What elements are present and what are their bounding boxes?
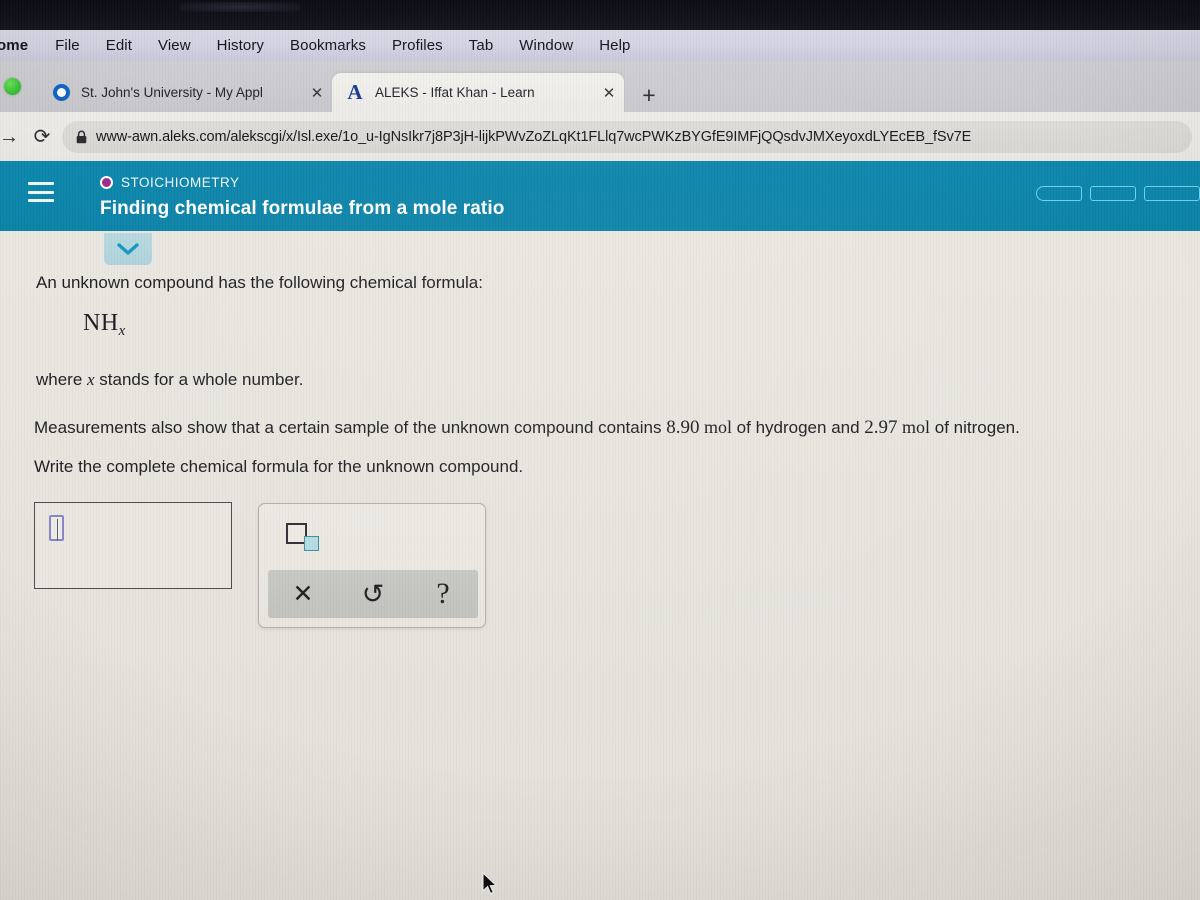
macos-menu-bar: ome File Edit View History Bookmarks Pro… [0, 30, 1200, 61]
progress-indicator [1036, 186, 1200, 201]
progress-pill [1144, 186, 1200, 201]
menu-item-file[interactable]: File [42, 30, 93, 61]
bezel-glare [180, 2, 300, 12]
undo-button[interactable]: ↺ [338, 580, 408, 608]
close-tab-icon[interactable]: ✕ [596, 84, 622, 102]
formula-subscript: x [118, 323, 126, 340]
new-tab-button[interactable]: + [636, 83, 662, 109]
browser-tab-title: St. John's University - My Appl [81, 85, 263, 100]
address-bar[interactable]: www-awn.aleks.com/alekscgi/x/Isl.exe/1o_… [62, 120, 1192, 153]
lock-icon [76, 130, 87, 144]
aleks-a-icon: A [347, 80, 363, 104]
mouse-cursor [482, 872, 498, 895]
math-input-palette: ✕ ↺ ? [258, 503, 486, 628]
line2-prefix: where [36, 370, 88, 389]
reload-icon[interactable]: ⟳ [22, 127, 62, 147]
browser-toolbar: → ⟳ www-awn.aleks.com/alekscgi/x/Isl.exe… [0, 112, 1200, 161]
forward-icon[interactable]: → [0, 127, 22, 147]
menu-item-view[interactable]: View [145, 30, 204, 61]
topic-bullet-icon [100, 176, 113, 189]
menu-item-window[interactable]: Window [506, 30, 586, 61]
hamburger-menu-icon[interactable] [28, 182, 54, 202]
hydrogen-moles-value: 8.90 [666, 417, 700, 438]
topic-heading-block: STOICHIOMETRY Finding chemical formulae … [100, 173, 504, 220]
sju-circle-icon [50, 82, 72, 104]
window-maximize-button[interactable] [4, 78, 21, 95]
variable-x: x [87, 370, 95, 389]
screenshot-root: ome File Edit View History Bookmarks Pro… [0, 0, 1200, 900]
chevron-down-icon [117, 243, 139, 255]
monitor-bezel [0, 0, 1200, 30]
page-title: Finding chemical formulae from a mole ra… [100, 198, 505, 219]
progress-pill [1036, 186, 1082, 201]
clear-button[interactable]: ✕ [268, 581, 338, 607]
question-line-2: where x stands for a whole number. [36, 368, 303, 393]
formula-base: NH [83, 310, 119, 336]
menu-item-tab[interactable]: Tab [456, 30, 507, 61]
progress-pill [1090, 186, 1136, 201]
menu-item-bookmarks[interactable]: Bookmarks [277, 30, 379, 61]
line3-c: of hydrogen and [731, 418, 865, 437]
question-line-4: Write the complete chemical formula for … [34, 457, 524, 476]
question-line-1: An unknown compound has the following ch… [36, 273, 483, 292]
palette-action-bar: ✕ ↺ ? [268, 570, 478, 618]
browser-tab-sju[interactable]: St. John's University - My Appl ✕ [38, 73, 332, 112]
mol-unit: mol [897, 417, 931, 437]
mol-unit: mol [699, 417, 732, 437]
address-bar-url: www-awn.aleks.com/alekscgi/x/Isl.exe/1o_… [96, 128, 972, 145]
chemical-formula: NHx [83, 310, 125, 340]
browser-tab-strip: St. John's University - My Appl ✕ A ALEK… [0, 61, 1200, 112]
help-button[interactable]: ? [408, 579, 478, 609]
line3-e: of nitrogen. [930, 418, 1020, 437]
subscript-small-box-icon [304, 536, 319, 551]
question-line-3: Measurements also show that a certain sa… [34, 414, 1020, 442]
subscript-template-button[interactable] [286, 523, 326, 555]
line2-suffix: stands for a whole number. [94, 370, 304, 389]
close-tab-icon[interactable]: ✕ [304, 84, 330, 102]
collapse-panel-button[interactable] [104, 233, 152, 265]
menu-item-edit[interactable]: Edit [93, 30, 145, 61]
topic-category-label: STOICHIOMETRY [121, 175, 240, 190]
nitrogen-moles-value: 2.97 [864, 417, 898, 438]
menu-item-chrome[interactable]: ome [0, 30, 42, 61]
menu-item-history[interactable]: History [204, 30, 277, 61]
empty-math-caret [49, 515, 64, 541]
menu-item-help[interactable]: Help [586, 30, 643, 61]
answer-input[interactable] [34, 502, 232, 589]
browser-tab-title: ALEKS - Iffat Khan - Learn [375, 85, 535, 100]
browser-tab-aleks[interactable]: A ALEKS - Iffat Khan - Learn ✕ [332, 73, 624, 112]
line3-a: Measurements also show that a certain sa… [34, 418, 667, 437]
menu-item-profiles[interactable]: Profiles [379, 30, 456, 61]
